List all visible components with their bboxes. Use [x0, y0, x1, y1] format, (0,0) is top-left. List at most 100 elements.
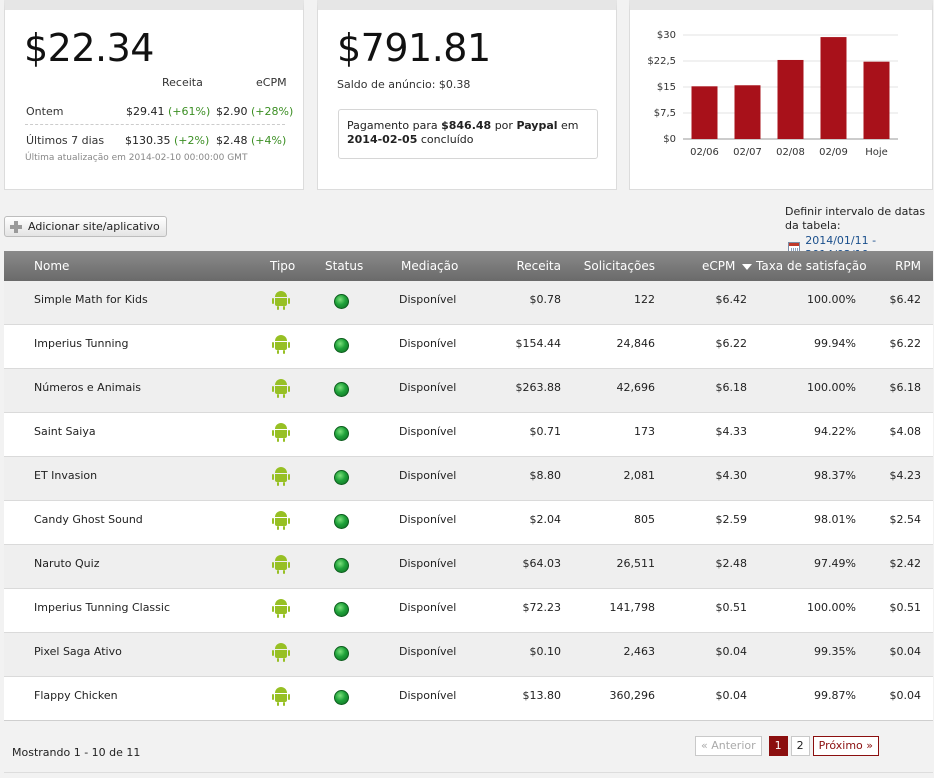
y-tick-label: $30	[657, 30, 676, 41]
status-active-icon	[334, 646, 349, 661]
table-row[interactable]: Pixel Saga Ativo Disponível $0.10 2,463 $0.0…	[4, 633, 933, 677]
payment-method: Paypal	[516, 119, 558, 132]
mediation-status: Disponível	[399, 381, 457, 394]
next-page-button[interactable]: Próximo »	[812, 736, 879, 756]
app-name[interactable]: Simple Math for Kids	[34, 293, 148, 306]
solicitacoes-cell: 122	[634, 293, 655, 306]
solicitacoes-cell: 2,463	[623, 645, 656, 658]
receita-cell: $0.10	[529, 645, 562, 658]
x-tick-label: 02/09	[819, 147, 848, 158]
table-row[interactable]: Imperius Tunning Classic Disponível $72.23…	[4, 589, 933, 633]
x-tick-label: 02/06	[690, 147, 719, 158]
table-row[interactable]: Números e Animais Disponível $263.88 42,696…	[4, 369, 933, 413]
receita-cell: $0.78	[529, 293, 562, 306]
divider	[25, 124, 285, 125]
table-row[interactable]: Simple Math for Kids Disponível $0.78 122 $6…	[4, 281, 933, 325]
app-name[interactable]: Naruto Quiz	[34, 557, 99, 570]
ecpm-cell: $6.42	[715, 293, 748, 306]
col-rpm[interactable]: RPM	[895, 259, 921, 273]
app-name[interactable]: Imperius Tunning	[34, 337, 128, 350]
mediation-status: Disponível	[399, 689, 457, 702]
receita-cell: $2.04	[529, 513, 562, 526]
col-ecpm[interactable]: eCPM	[702, 259, 753, 273]
chart-bar[interactable]	[820, 37, 847, 139]
mediation-status: Disponível	[399, 513, 457, 526]
receita-cell: $154.44	[515, 337, 562, 350]
table-row[interactable]: Candy Ghost Sound Disponível $2.04 805 $2.59…	[4, 501, 933, 545]
col-nome[interactable]: Nome	[34, 259, 69, 273]
col-receita[interactable]: Receita	[516, 259, 561, 273]
mediation-status: Disponível	[399, 337, 457, 350]
rpm-cell: $2.54	[889, 513, 922, 526]
receita-cell: $8.80	[529, 469, 562, 482]
table-row[interactable]: ET Invasion Disponível $8.80 2,081 $4.30 98.3…	[4, 457, 933, 501]
android-icon	[272, 290, 290, 310]
rpm-cell: $2.42	[889, 557, 922, 570]
last7days-receita: $130.35 (+2%)	[125, 134, 210, 147]
table-body: Simple Math for Kids Disponível $0.78 122 $6…	[4, 281, 933, 721]
page-1-button[interactable]: 1	[768, 736, 788, 756]
app-name[interactable]: Flappy Chicken	[34, 689, 118, 702]
app-name[interactable]: Imperius Tunning Classic	[34, 601, 170, 614]
chart-bar[interactable]	[863, 61, 890, 140]
rpm-cell: $4.08	[889, 425, 922, 438]
ecpm-column-header: eCPM	[256, 76, 287, 89]
app-name[interactable]: Pixel Saga Ativo	[34, 645, 122, 658]
table-row[interactable]: Imperius Tunning Disponível $154.44 24,846 $…	[4, 325, 933, 369]
status-active-icon	[334, 426, 349, 441]
status-active-icon	[334, 514, 349, 529]
mediation-status: Disponível	[399, 293, 457, 306]
add-site-button[interactable]: Adicionar site/aplicativo	[4, 216, 167, 237]
solicitacoes-cell: 24,846	[616, 337, 656, 350]
taxa-cell: 100.00%	[807, 293, 856, 306]
app-name[interactable]: Candy Ghost Sound	[34, 513, 143, 526]
col-mediacao[interactable]: Mediação	[401, 259, 458, 273]
solicitacoes-cell: 42,696	[616, 381, 656, 394]
ecpm-cell: $6.22	[715, 337, 748, 350]
app-name[interactable]: Saint Saiya	[34, 425, 96, 438]
col-status[interactable]: Status	[325, 259, 363, 273]
prev-page-button[interactable]: « Anterior	[695, 736, 762, 756]
table-row[interactable]: Saint Saiya Disponível $0.71 173 $4.33 94.22%…	[4, 413, 933, 457]
taxa-cell: 97.49%	[814, 557, 856, 570]
table-row[interactable]: Naruto Quiz Disponível $64.03 26,511 $2.48 97…	[4, 545, 933, 589]
y-tick-label: $0	[663, 134, 676, 145]
chart-bar[interactable]	[734, 85, 761, 139]
taxa-cell: 99.87%	[814, 689, 856, 702]
android-icon	[272, 510, 290, 530]
app-name[interactable]: ET Invasion	[34, 469, 97, 482]
solicitacoes-cell: 2,081	[623, 469, 656, 482]
pagination-info: Mostrando 1 - 10 de 11	[12, 746, 141, 759]
x-tick-label: 02/07	[733, 147, 762, 158]
col-solicitacoes[interactable]: Solicitações	[584, 259, 655, 273]
status-active-icon	[334, 470, 349, 485]
yesterday-ecpm: $2.90 (+28%)	[216, 105, 294, 118]
android-icon	[272, 466, 290, 486]
app-name[interactable]: Números e Animais	[34, 381, 141, 394]
taxa-cell: 94.22%	[814, 425, 856, 438]
ecpm-cell: $0.04	[715, 689, 748, 702]
android-icon	[272, 598, 290, 618]
table-row[interactable]: Flappy Chicken Disponível $13.80 360,296 $0.…	[4, 677, 933, 721]
col-tipo[interactable]: Tipo	[270, 259, 295, 273]
taxa-cell: 99.35%	[814, 645, 856, 658]
taxa-cell: 98.37%	[814, 469, 856, 482]
page-2-button[interactable]: 2	[790, 736, 810, 756]
revenue-bar-chart: $0 $7,5 $15 $22,5 $30 02/06 02/07 02/08 02/09 Hoj…	[647, 30, 898, 158]
apps-table: Nome Tipo Status Mediação Receita Solici…	[4, 251, 933, 721]
solicitacoes-cell: 26,511	[616, 557, 656, 570]
payment-amount: $846.48	[441, 119, 492, 132]
y-tick-label: $22,5	[647, 56, 676, 67]
chart-bar[interactable]	[777, 59, 804, 139]
date-range-label: Definir intervalo de datas da tabela:	[785, 205, 926, 232]
status-active-icon	[334, 558, 349, 573]
receita-column-header: Receita	[162, 76, 203, 89]
solicitacoes-cell: 805	[634, 513, 655, 526]
receita-cell: $0.71	[529, 425, 562, 438]
y-tick-label: $15	[657, 82, 676, 93]
balance-card: $791.81 Saldo de anúncio: $0.38 Pagament…	[317, 0, 617, 190]
rpm-cell: $0.04	[889, 689, 922, 702]
receita-cell: $13.80	[522, 689, 562, 702]
chart-bar[interactable]	[691, 86, 718, 139]
col-taxa[interactable]: Taxa de satisfação	[756, 259, 867, 273]
